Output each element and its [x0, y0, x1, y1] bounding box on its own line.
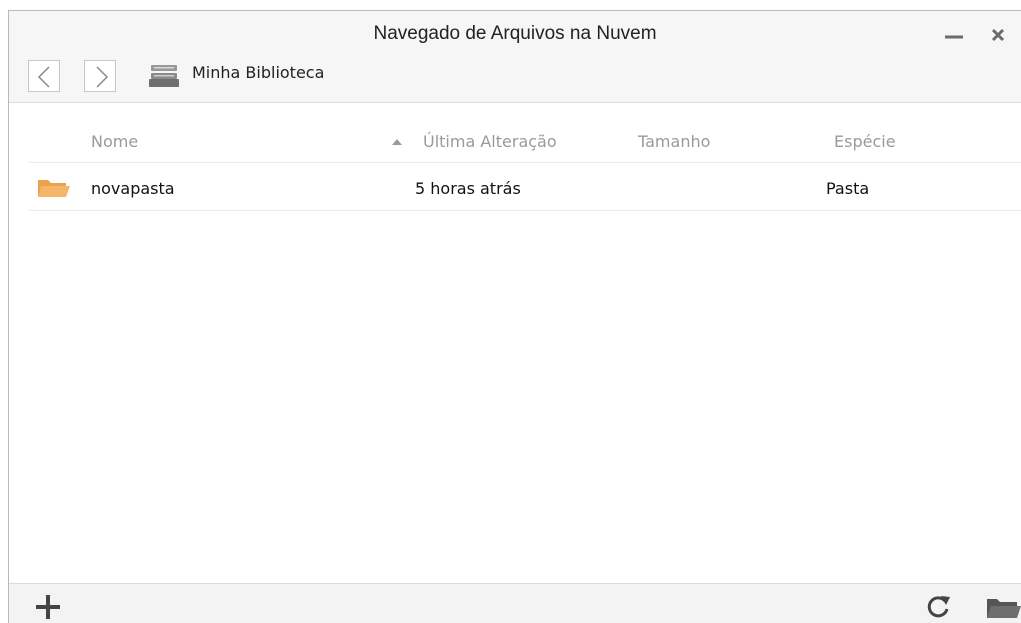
toolbar: Navegado de Arquivos na Nuvem Minha Bibl…: [9, 11, 1021, 103]
forward-button[interactable]: [84, 60, 116, 92]
open-folder-button[interactable]: [985, 596, 1021, 623]
header-divider: [29, 162, 1021, 163]
plus-icon: [36, 595, 60, 619]
back-button[interactable]: [28, 60, 60, 92]
column-header-name[interactable]: Nome: [91, 132, 138, 151]
row-modified: 5 horas atrás: [415, 179, 521, 198]
sort-ascending-icon: [392, 139, 402, 145]
refresh-icon: [927, 596, 950, 618]
window-title: Navegado de Arquivos na Nuvem: [373, 23, 657, 44]
chevron-left-icon: [37, 66, 50, 88]
chevron-right-icon: [96, 66, 109, 88]
row-kind: Pasta: [826, 179, 870, 198]
row-divider: [29, 210, 1021, 211]
column-header-modified[interactable]: Última Alteração: [423, 132, 557, 151]
location-label[interactable]: Minha Biblioteca: [192, 63, 324, 82]
folder-open-icon: [987, 599, 1021, 618]
refresh-button[interactable]: [925, 593, 953, 623]
close-icon: [991, 28, 1005, 42]
file-browser-window: Navegado de Arquivos na Nuvem Minha Bibl…: [8, 10, 1021, 623]
minimize-button[interactable]: [939, 15, 969, 51]
column-header-kind[interactable]: Espécie: [834, 132, 896, 151]
folder-icon: [38, 180, 70, 197]
drive-icon: [149, 65, 179, 87]
minimize-icon: [945, 35, 963, 39]
column-header-size[interactable]: Tamanho: [638, 132, 710, 151]
row-name: novapasta: [91, 179, 175, 198]
table-row[interactable]: novapasta 5 horas atrás Pasta: [29, 164, 1021, 210]
close-button[interactable]: [984, 15, 1014, 51]
add-button[interactable]: [33, 592, 63, 623]
footer-bar: [9, 583, 1021, 623]
